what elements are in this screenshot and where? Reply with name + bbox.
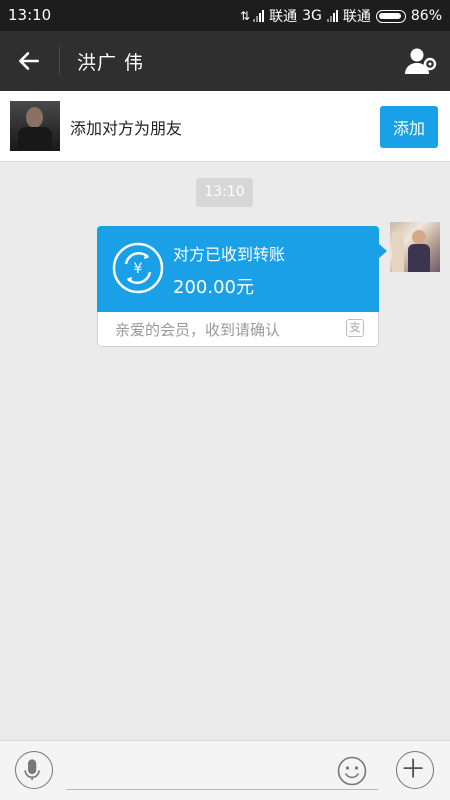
arrow-left-icon [19, 52, 39, 70]
status-indicators: ⇅ 联通 3G 联通 86% [240, 6, 442, 26]
my-avatar[interactable] [390, 222, 440, 272]
plus-icon [403, 758, 423, 778]
network-type: 3G [302, 8, 322, 24]
contact-settings-button[interactable] [404, 46, 438, 76]
add-friend-bar: 添加对方为朋友 添加 [0, 91, 450, 162]
transfer-note: 亲爱的会员，收到请确认 [115, 321, 281, 339]
chat-title: 洪广 伟 [77, 52, 145, 74]
input-bar [0, 740, 450, 800]
carrier-label-2: 联通 [342, 9, 371, 25]
header-divider [59, 47, 60, 75]
chat-header: 洪广 伟 [0, 31, 450, 91]
voice-input-button[interactable] [15, 751, 53, 789]
carrier-label: 联通 [269, 9, 298, 25]
status-bar: 13:10 ⇅ 联通 3G 联通 86% [0, 0, 450, 31]
smiley-icon [337, 756, 367, 786]
add-friend-prompt: 添加对方为朋友 [70, 119, 183, 138]
transfer-message-card[interactable]: ¥ 对方已收到转账 200.00元 亲爱的会员，收到请确认 支 [97, 226, 387, 347]
alipay-icon: 支 [346, 319, 364, 337]
message-timestamp: 13:10 [196, 178, 253, 207]
transfer-amount: 200.00元 [173, 277, 254, 298]
svg-text:¥: ¥ [134, 261, 143, 277]
transfer-status: 对方已收到转账 [173, 245, 286, 264]
emoji-button[interactable] [337, 756, 367, 786]
bubble-tail [378, 243, 387, 259]
back-button[interactable] [14, 46, 46, 76]
contact-settings-icon [405, 48, 437, 74]
message-input[interactable] [66, 754, 378, 790]
battery-icon [375, 9, 406, 23]
status-time: 13:10 [8, 6, 52, 24]
add-friend-button[interactable]: 添加 [380, 106, 438, 148]
battery-level: 86% [410, 8, 442, 24]
contact-avatar[interactable] [10, 101, 60, 151]
signal-icon [253, 10, 265, 22]
more-actions-button[interactable] [396, 751, 434, 789]
data-activity-icon: ⇅ [240, 9, 250, 23]
signal-icon-2 [326, 10, 338, 22]
transfer-received-icon: ¥ [112, 242, 164, 294]
microphone-icon [24, 759, 40, 781]
transfer-header: ¥ 对方已收到转账 200.00元 [97, 226, 387, 312]
